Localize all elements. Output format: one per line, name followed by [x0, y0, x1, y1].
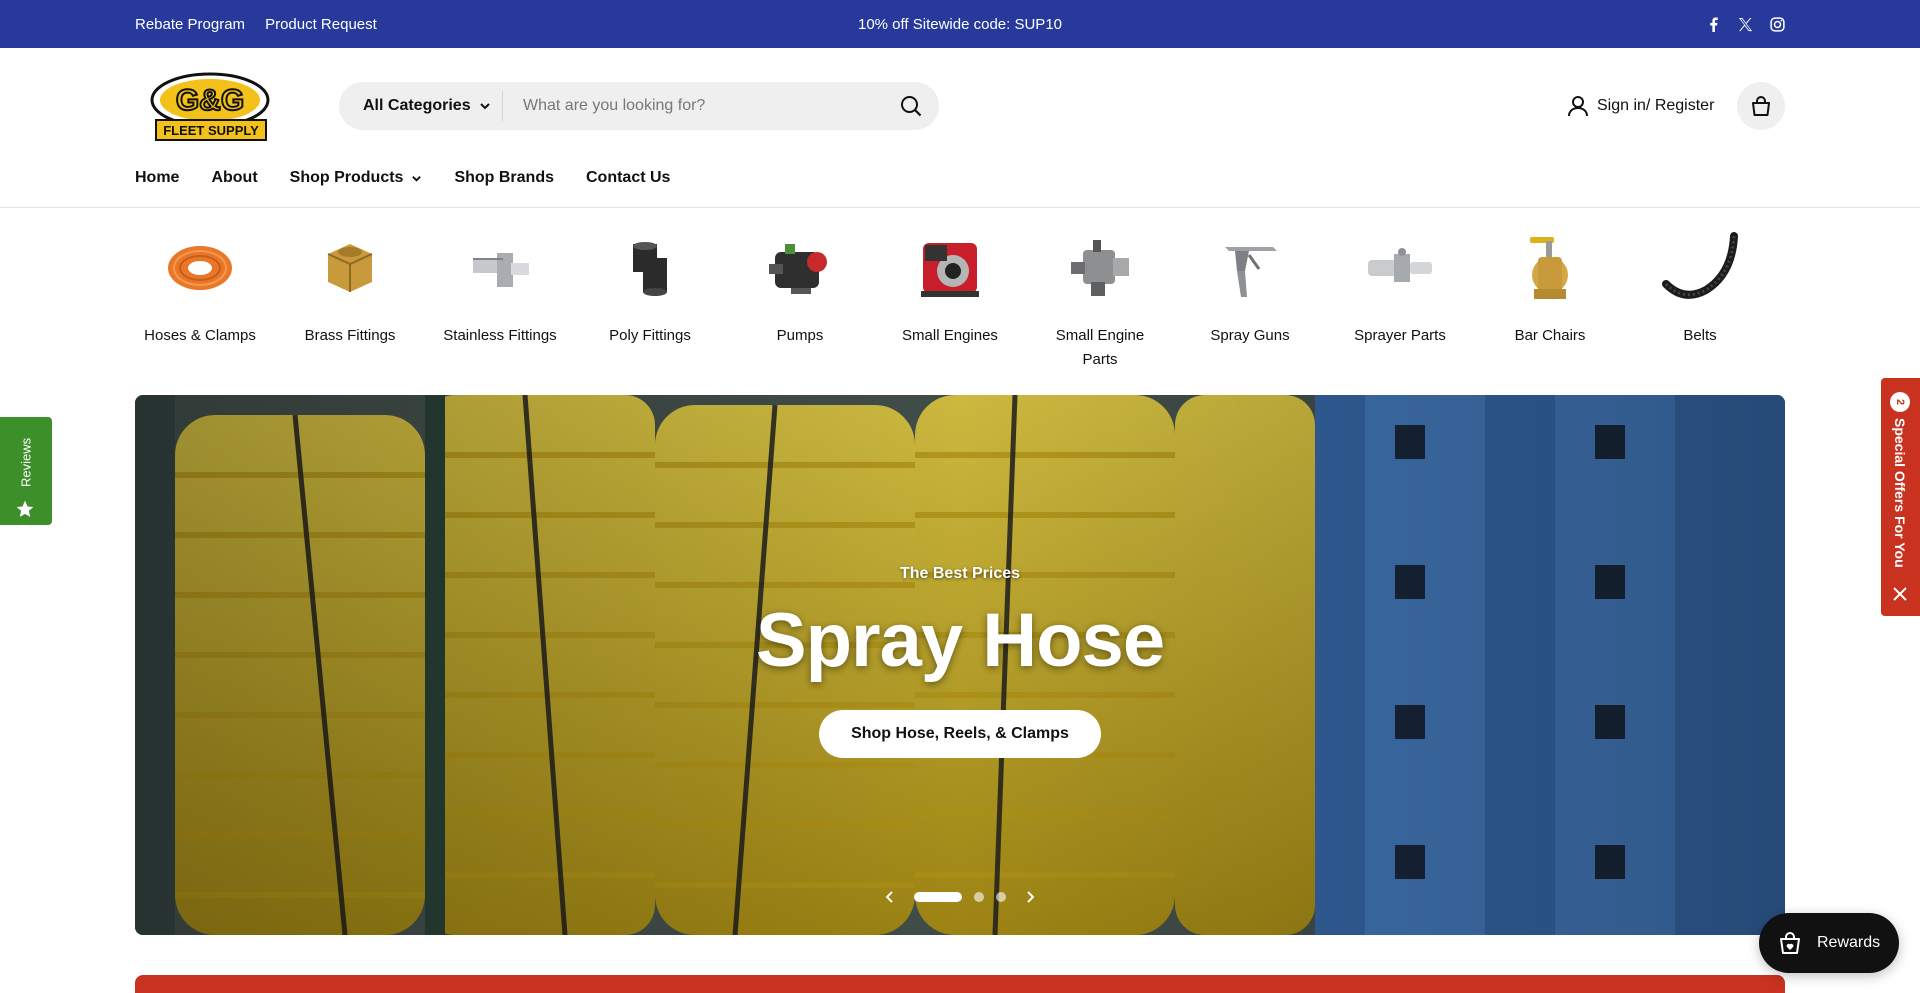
slide-dot-1[interactable] [914, 892, 962, 902]
ball-valve-icon [1500, 222, 1600, 314]
cart-button[interactable] [1737, 82, 1785, 130]
announcement-bar: Rebate Program Product Request 10% off S… [0, 0, 1920, 48]
category-select-label: All Categories [363, 97, 471, 114]
logo-text-bottom: FLEET SUPPLY [163, 123, 259, 138]
special-offers-tab[interactable]: 2 Special Offers For You [1881, 378, 1920, 616]
hose-icon [150, 222, 250, 314]
bag-icon [1752, 96, 1770, 116]
category-pumps[interactable]: Pumps [725, 222, 875, 372]
chevron-right-icon [1027, 891, 1035, 903]
hero-title: Spray Hose [755, 598, 1165, 683]
nav-home[interactable]: Home [135, 169, 179, 187]
close-icon[interactable] [1892, 586, 1908, 602]
x-icon[interactable] [1737, 16, 1753, 32]
category-poly-fittings[interactable]: Poly Fittings [575, 222, 725, 372]
user-icon [1568, 96, 1588, 117]
reviews-label: Reviews [18, 437, 34, 487]
rebate-program-link[interactable]: Rebate Program [135, 16, 245, 33]
search-input[interactable] [503, 82, 883, 130]
chevron-left-icon [885, 891, 893, 903]
carburetor-icon [1050, 222, 1150, 314]
rewards-label: Rewards [1817, 934, 1881, 951]
poly-fitting-icon [600, 222, 700, 314]
promo-banner [135, 975, 1785, 993]
category-stainless-fittings[interactable]: Stainless Fittings [425, 222, 575, 372]
search-button[interactable] [883, 82, 939, 130]
category-brass-fittings[interactable]: Brass Fittings [275, 222, 425, 372]
stainless-fitting-icon [450, 222, 550, 314]
account-label: Sign in/ Register [1597, 97, 1715, 114]
main-nav: Home About Shop Products Shop Brands Con… [135, 168, 670, 188]
category-bar-chairs[interactable]: Bar Chairs [1475, 222, 1625, 372]
nav-shop-brands[interactable]: Shop Brands [454, 169, 554, 187]
category-small-engine-parts[interactable]: Small Engine Parts [1025, 222, 1175, 372]
site-logo[interactable]: G&G FLEET SUPPLY [148, 70, 270, 144]
category-spray-guns[interactable]: Spray Guns [1175, 222, 1325, 372]
search-icon [901, 96, 922, 117]
belt-icon [1650, 222, 1750, 314]
category-select[interactable]: All Categories [339, 91, 503, 121]
reviews-tab[interactable]: Reviews [0, 417, 52, 525]
slide-dot-3[interactable] [996, 892, 1006, 902]
hero-cta-button[interactable]: Shop Hose, Reels, & Clamps [819, 710, 1101, 758]
hero-banner: The Best Prices Spray Hose Shop Hose, Re… [135, 395, 1785, 935]
rewards-button[interactable]: Rewards [1759, 913, 1899, 973]
sprayer-part-icon [1350, 222, 1450, 314]
brass-fitting-icon [300, 222, 400, 314]
social-links [1705, 0, 1785, 48]
prev-slide-button[interactable] [878, 885, 902, 909]
pump-icon [750, 222, 850, 314]
rewards-bag-icon [1780, 932, 1800, 954]
engine-icon [900, 222, 1000, 314]
category-sprayer-parts[interactable]: Sprayer Parts [1325, 222, 1475, 372]
account-link[interactable]: Sign in/ Register [1567, 94, 1714, 118]
offers-label: Special Offers For You [1892, 418, 1908, 568]
category-belts[interactable]: Belts [1625, 222, 1775, 372]
logo-text-top: G&G [176, 84, 244, 117]
product-request-link[interactable]: Product Request [265, 16, 377, 33]
slide-dot-2[interactable] [974, 892, 984, 902]
facebook-icon[interactable] [1705, 16, 1721, 32]
hero-content: The Best Prices Spray Hose Shop Hose, Re… [135, 395, 1785, 935]
instagram-icon[interactable] [1769, 16, 1785, 32]
nav-about[interactable]: About [211, 169, 257, 187]
offers-count-badge: 2 [1890, 392, 1910, 412]
star-icon [16, 500, 34, 517]
slider-controls [135, 885, 1785, 909]
site-header: G&G FLEET SUPPLY All Categories Sign in/… [0, 48, 1920, 208]
nav-shop-products[interactable]: Shop Products [290, 169, 423, 187]
next-slide-button[interactable] [1018, 885, 1042, 909]
chevron-down-icon [412, 175, 422, 182]
topbar-links: Rebate Program Product Request [135, 0, 377, 48]
search-bar: All Categories [339, 82, 939, 130]
hero-subtitle: The Best Prices [899, 565, 1021, 582]
nav-contact-us[interactable]: Contact Us [586, 169, 670, 187]
chevron-down-icon [479, 103, 490, 110]
spray-gun-icon [1200, 222, 1300, 314]
category-hoses-clamps[interactable]: Hoses & Clamps [125, 222, 275, 372]
category-small-engines[interactable]: Small Engines [875, 222, 1025, 372]
category-strip: Hoses & Clamps Brass Fittings Stainless … [125, 222, 1805, 372]
